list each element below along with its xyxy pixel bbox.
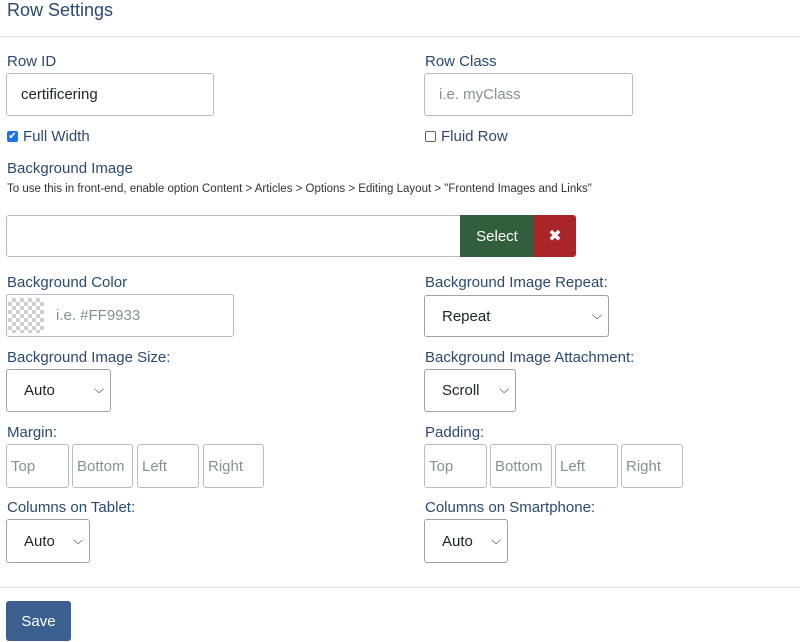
padding-bottom-input[interactable]: Bottom bbox=[490, 444, 552, 488]
padding-top-input[interactable]: Top bbox=[424, 444, 487, 488]
columns-smartphone-label: Columns on Smartphone: bbox=[425, 499, 596, 516]
padding-right-input[interactable]: Right bbox=[621, 444, 683, 488]
background-image-repeat-label: Background Image Repeat: bbox=[425, 274, 608, 291]
background-image-size-value: Auto bbox=[24, 382, 55, 399]
background-image-size-select[interactable]: Auto ⌵ bbox=[6, 369, 111, 412]
margin-right-input[interactable]: Right bbox=[203, 444, 264, 488]
checkbox-checked-icon[interactable]: ✔ bbox=[7, 131, 18, 142]
footer-divider bbox=[0, 587, 800, 588]
background-color-placeholder: i.e. #FF9933 bbox=[56, 307, 141, 324]
background-image-size-label: Background Image Size: bbox=[7, 349, 171, 366]
full-width-label: Full Width bbox=[23, 128, 90, 145]
background-image-attachment-label: Background Image Attachment: bbox=[425, 349, 635, 366]
margin-left-input[interactable]: Left bbox=[137, 444, 199, 488]
row-id-input[interactable]: certificering bbox=[6, 73, 214, 116]
chevron-down-icon: ⌵ bbox=[498, 384, 509, 396]
header-divider bbox=[0, 36, 800, 37]
columns-smartphone-value: Auto bbox=[442, 532, 473, 550]
modal-title: Row Settings bbox=[7, 0, 114, 20]
color-swatch[interactable] bbox=[8, 298, 44, 333]
row-id-label: Row ID bbox=[7, 53, 57, 70]
background-image-input[interactable] bbox=[6, 215, 462, 257]
fluid-row-checkbox-row[interactable]: Fluid Row bbox=[425, 128, 508, 145]
select-image-button[interactable]: Select bbox=[460, 215, 534, 257]
background-color-input[interactable]: i.e. #FF9933 bbox=[6, 294, 234, 337]
background-image-attachment-select[interactable]: Scroll ⌵ bbox=[424, 369, 516, 412]
chevron-down-icon: ⌵ bbox=[72, 534, 83, 547]
background-color-label: Background Color bbox=[7, 274, 128, 291]
margin-top-input[interactable]: Top bbox=[6, 444, 69, 488]
save-button[interactable]: Save bbox=[6, 601, 71, 641]
padding-label: Padding: bbox=[425, 424, 485, 441]
background-image-repeat-value: Repeat bbox=[442, 307, 491, 325]
margin-label: Margin: bbox=[7, 424, 58, 441]
background-image-label: Background Image bbox=[7, 160, 133, 177]
margin-bottom-input[interactable]: Bottom bbox=[72, 444, 133, 488]
row-class-input[interactable]: i.e. myClass bbox=[424, 73, 633, 116]
chevron-down-icon: ⌵ bbox=[591, 309, 602, 322]
chevron-down-icon: ⌵ bbox=[93, 384, 104, 396]
columns-tablet-value: Auto bbox=[24, 532, 55, 550]
padding-left-input[interactable]: Left bbox=[555, 444, 618, 488]
columns-smartphone-select[interactable]: Auto ⌵ bbox=[424, 519, 508, 563]
fluid-row-label: Fluid Row bbox=[441, 128, 508, 145]
columns-tablet-label: Columns on Tablet: bbox=[7, 499, 136, 516]
clear-image-button[interactable]: ✖ bbox=[534, 215, 576, 257]
background-image-repeat-select[interactable]: Repeat ⌵ bbox=[424, 295, 609, 337]
chevron-down-icon: ⌵ bbox=[490, 534, 501, 547]
background-image-attachment-value: Scroll bbox=[442, 382, 480, 399]
row-class-label: Row Class bbox=[425, 53, 497, 70]
full-width-checkbox-row[interactable]: ✔ Full Width bbox=[7, 128, 90, 145]
columns-tablet-select[interactable]: Auto ⌵ bbox=[6, 519, 90, 563]
checkbox-unchecked-icon[interactable] bbox=[425, 131, 436, 142]
background-image-hint: To use this in front-end, enable option … bbox=[7, 183, 592, 195]
close-icon: ✖ bbox=[548, 228, 562, 245]
